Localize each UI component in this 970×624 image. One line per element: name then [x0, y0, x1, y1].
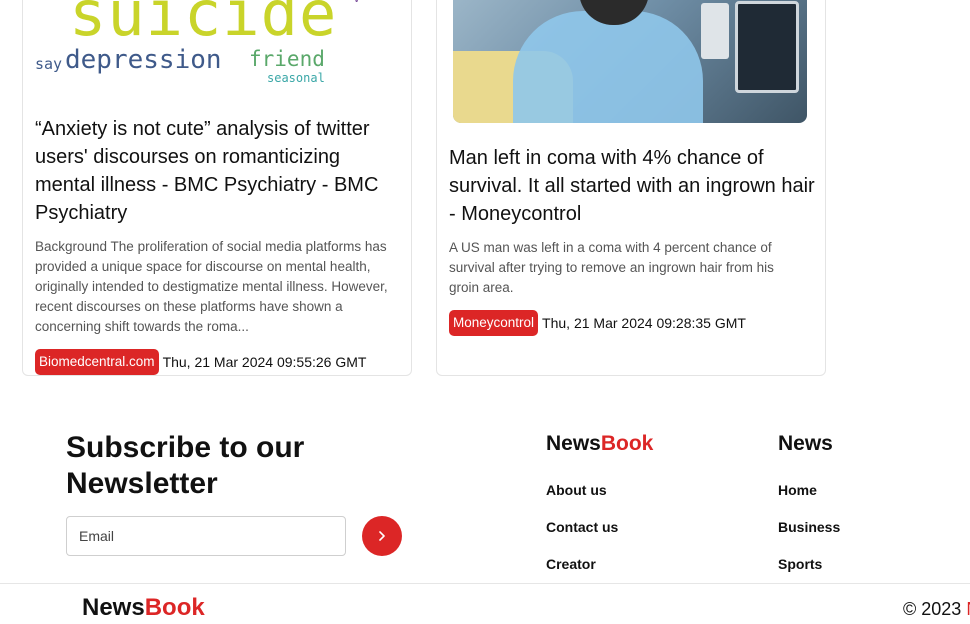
wordcloud-word: friend [249, 47, 325, 71]
article-meta: Biomedcentral.com Thu, 21 Mar 2024 09:55… [35, 349, 366, 375]
footer-link-contact[interactable]: Contact us [546, 519, 618, 556]
footer-logo[interactable]: NewsBook [546, 432, 653, 456]
article-card[interactable]: Man left in coma with 4% chance of survi… [436, 0, 826, 376]
photo-monitor [735, 1, 799, 93]
photo-gown [513, 11, 703, 123]
source-badge[interactable]: Biomedcentral.com [35, 349, 159, 375]
news-links: Home Business Sports [778, 482, 840, 593]
article-date: Thu, 21 Mar 2024 09:28:35 GMT [542, 315, 746, 331]
email-input[interactable] [66, 516, 346, 556]
wordcloud-word: suicide [69, 0, 338, 50]
wordcloud-word: depression [65, 45, 222, 75]
article-description: Background The proliferation of social m… [35, 239, 388, 334]
logo-part-news: News [546, 432, 601, 455]
article-card[interactable]: suicide say depression friend seasonal v… [22, 0, 412, 376]
copyright-text: © 2023 [903, 599, 962, 619]
article-image[interactable]: suicide say depression friend seasonal v [35, 0, 395, 91]
photo-equipment [701, 3, 729, 59]
wordcloud-word: seasonal [267, 71, 325, 85]
chevron-right-icon [379, 531, 385, 541]
footer-link-business[interactable]: Business [778, 519, 840, 556]
article-title[interactable]: “Anxiety is not cute” analysis of twitte… [35, 115, 401, 227]
logo-part-book: Book [144, 594, 205, 621]
wordcloud-word: say [35, 55, 63, 73]
article-image[interactable] [453, 0, 807, 123]
copyright-brand: N [966, 599, 970, 619]
footer-link-about[interactable]: About us [546, 482, 618, 519]
article-date: Thu, 21 Mar 2024 09:55:26 GMT [162, 354, 367, 370]
news-column-title: News [778, 432, 833, 455]
footer-link-home[interactable]: Home [778, 482, 840, 519]
wordcloud-word: v [353, 0, 360, 5]
bottom-bar: NewsBook © 2023 N [0, 583, 970, 624]
company-links: About us Contact us Creator [546, 482, 618, 593]
article-meta: Moneycontrol Thu, 21 Mar 2024 09:28:35 G… [449, 310, 746, 336]
copyright: © 2023 N [903, 599, 970, 620]
article-title[interactable]: Man left in coma with 4% chance of survi… [449, 144, 815, 228]
article-description: A US man was left in a coma with 4 perce… [449, 240, 774, 295]
bottom-logo[interactable]: NewsBook [82, 594, 205, 622]
source-badge[interactable]: Moneycontrol [449, 310, 539, 336]
logo-part-news: News [82, 594, 145, 621]
logo-part-book: Book [600, 432, 654, 455]
subscribe-button[interactable] [362, 516, 402, 556]
newsletter-heading: Subscribe to our Newsletter [66, 431, 305, 500]
